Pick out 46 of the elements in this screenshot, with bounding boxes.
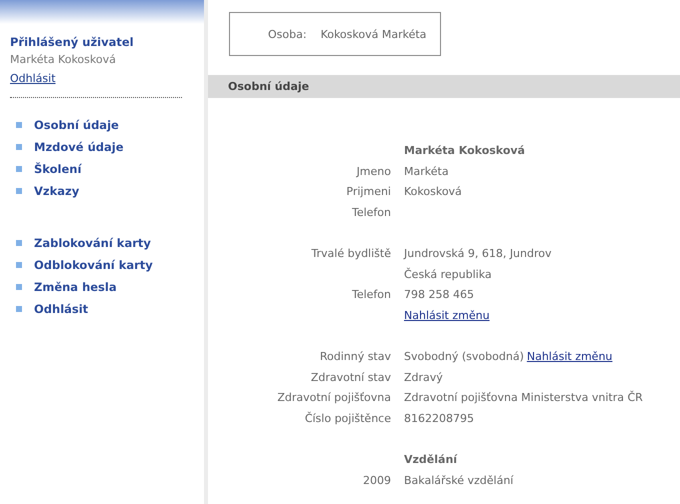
field-value: Jundrovská 9, 618, Jundrov [404,247,552,260]
menu-item[interactable]: Zablokování karty [34,236,151,250]
user-panel-title: Přihlášený uživatel [10,34,134,51]
person-label: Osoba: [268,28,307,40]
report-change-link[interactable]: Nahlásit změnu [404,308,490,322]
bullet-icon [16,240,22,246]
field-label: Telefon [352,206,391,218]
field-label: Číslo pojištěnce [304,412,391,424]
field-value: Zdravotní pojišťovna Ministerstva vnitra ČR [404,391,643,404]
bullet-icon [16,188,22,194]
field-value: 798 258 465 [404,288,474,301]
bullet-icon [16,166,22,172]
bullet-icon [16,144,22,150]
user-name: Markéta Kokosková [10,52,116,68]
field-value: Zdravý [404,370,443,384]
menu-item[interactable]: Odhlásit [34,302,88,316]
field-label: Trvalé bydliště [311,247,391,260]
section-heading: Markéta Kokosková [404,143,526,159]
field-label: Zdravotní stav [310,370,391,384]
field-label: Jmeno [356,164,391,178]
field-label: Telefon [352,288,391,301]
field-label: 2009 [363,474,391,486]
person-name: Kokosková Markéta [320,28,426,40]
field-value: Markéta [404,164,449,178]
menu-item[interactable]: Změna hesla [34,280,117,294]
field-value: Bakalářské vzdělání [404,474,514,486]
field-value: Kokosková [404,185,462,198]
section-heading: Vzdělání [404,452,458,468]
menu-item[interactable]: Školení [34,162,82,176]
field-label: Zdravotní pojišťovna [277,391,391,404]
bullet-icon [16,262,22,268]
bullet-icon [16,122,22,128]
report-change-link[interactable]: Nahlásit změnu [526,350,612,363]
menu-item[interactable]: Osobní údaje [34,118,119,132]
menu-item[interactable]: Mzdové údaje [34,140,124,154]
logout-link[interactable]: Odhlásit [10,70,56,87]
field-value: Svobodný (svobodná) [404,350,524,363]
menu-item[interactable]: Odblokování karty [34,258,153,272]
bullet-icon [16,284,22,290]
field-label: Prijmeni [346,185,391,198]
field-value: Česká republika [404,268,492,280]
menu-item[interactable]: Vzkazy [34,184,80,198]
field-label: Rodinný stav [320,350,391,363]
bullet-icon [16,306,22,312]
section-header: Osobní údaje [208,75,680,98]
field-value: 8162208795 [404,412,474,424]
